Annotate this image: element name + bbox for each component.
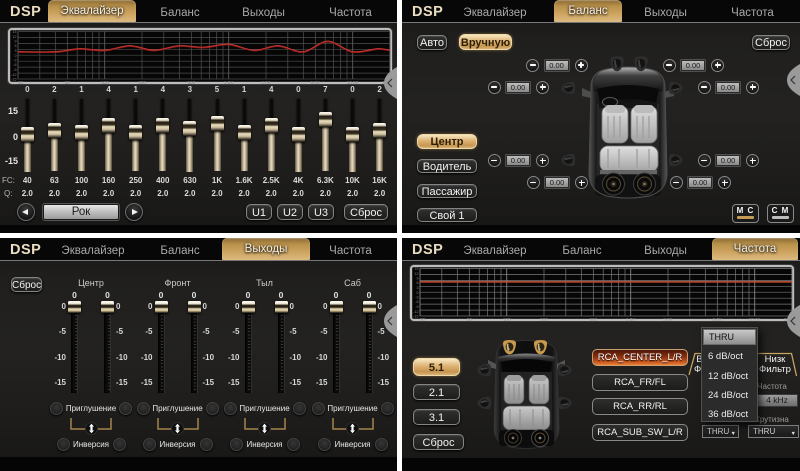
svg-text:15: 15 (13, 30, 17, 34)
svg-text:100: 100 (503, 317, 511, 322)
svg-text:2.0K: 2.0K (663, 317, 673, 322)
svg-text:10.0K: 10.0K (749, 317, 762, 322)
svg-text:500: 500 (589, 317, 597, 322)
svg-text:-9: -9 (415, 305, 418, 309)
svg-text:12: 12 (415, 272, 419, 276)
svg-text:-6: -6 (415, 300, 418, 304)
svg-text:0: 0 (417, 291, 419, 295)
svg-text:0: 0 (15, 54, 17, 58)
svg-text:-12: -12 (11, 73, 16, 77)
svg-text:50: 50 (65, 80, 71, 85)
svg-text:12: 12 (13, 35, 17, 39)
svg-text:-15: -15 (11, 78, 16, 82)
svg-text:15: 15 (415, 267, 419, 271)
svg-text:-3: -3 (13, 59, 16, 63)
svg-text:200: 200 (540, 317, 548, 322)
svg-text:6: 6 (15, 44, 17, 48)
svg-text:-15: -15 (413, 315, 418, 319)
svg-text:-12: -12 (413, 310, 418, 314)
svg-text:20: 20 (420, 317, 426, 322)
svg-text:5.0K: 5.0K (713, 317, 723, 322)
svg-text:-3: -3 (415, 296, 418, 300)
svg-text:9: 9 (15, 40, 17, 44)
svg-text:50: 50 (467, 317, 473, 322)
svg-text:3: 3 (15, 49, 17, 53)
svg-text:3: 3 (417, 286, 419, 290)
svg-text:6: 6 (417, 281, 419, 285)
svg-text:9: 9 (417, 277, 419, 281)
svg-text:1.0K: 1.0K (626, 317, 636, 322)
svg-text:-9: -9 (13, 68, 16, 72)
svg-text:-6: -6 (13, 63, 16, 67)
